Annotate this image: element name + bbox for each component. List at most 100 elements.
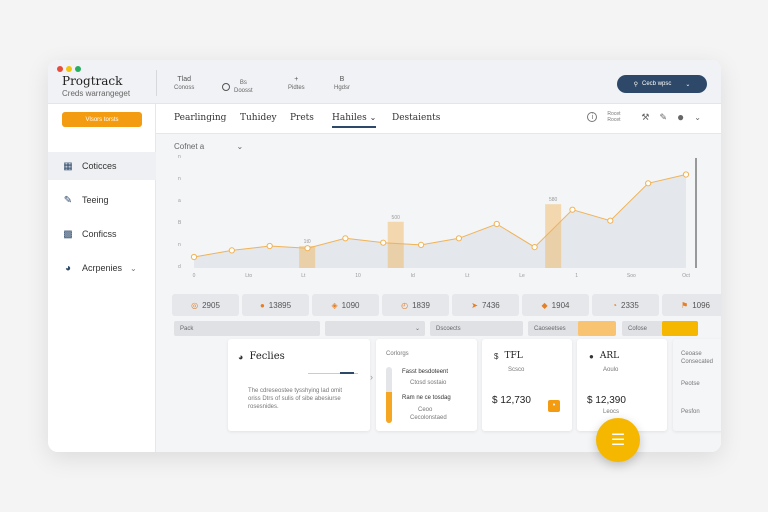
divider: [156, 70, 157, 96]
sidebar-item-acrpenies[interactable]: ◕ Acrpenies ⌄: [48, 254, 156, 282]
filter-pack[interactable]: Pack: [174, 321, 320, 336]
shield-icon: ◈: [331, 300, 338, 310]
search-icon: ⚲: [633, 81, 639, 88]
stat-chip[interactable]: ● 13895: [242, 294, 309, 316]
alert-button[interactable]: Vlsors torsts: [62, 112, 142, 127]
data-point: [531, 244, 538, 251]
progress-card[interactable]: Corlorgs Fasst besdoteent Ctosd sostaio …: [376, 339, 477, 431]
toolbar-item-4[interactable]: B Hgdsr: [334, 76, 350, 92]
chevron-right-icon[interactable]: ›: [370, 372, 373, 382]
x-tick-label: 10: [355, 273, 361, 279]
pencil-icon[interactable]: ✎: [660, 112, 668, 123]
data-point: [266, 242, 273, 250]
data-point: [607, 217, 614, 224]
list-item[interactable]: Consecated: [681, 359, 713, 365]
stat-chip[interactable]: ◈ 1090: [312, 294, 379, 316]
account-select-button[interactable]: ⚲ Cecb wpsc ⌄: [617, 75, 707, 93]
card-title: ARL: [599, 351, 620, 361]
list-item[interactable]: Pesfon: [681, 409, 700, 415]
progress-track: [386, 367, 392, 423]
card-subtitle: Leocs: [603, 409, 620, 415]
data-point: [228, 247, 235, 254]
list-item[interactable]: Ceoase: [681, 351, 702, 357]
tool-icon[interactable]: ⚒: [641, 112, 649, 123]
filter-dropdown[interactable]: ⌄: [325, 321, 425, 336]
calendar-icon: ▦: [63, 160, 73, 172]
toolbar-item-label: Doosst: [234, 88, 253, 94]
stat-chip[interactable]: ◆ 1904: [522, 294, 589, 316]
data-point: [569, 206, 576, 213]
tab-pearlinging[interactable]: Pearlinging: [174, 113, 226, 123]
stat-chip[interactable]: ◎ 2905: [172, 294, 239, 316]
user-icon[interactable]: ●: [677, 110, 684, 124]
main-content: Cofnet a ⌄ d n Ba n n 1t0 500 580 0 Lto Lt 10 Id Lt Le…: [156, 134, 721, 452]
maximize-dot[interactable]: [75, 66, 81, 72]
info-icon[interactable]: i: [587, 112, 598, 122]
arl-card[interactable]: ● ARL Aoulo $ 12,390 Leocs: [577, 339, 667, 431]
tfl-card[interactable]: $ TFL Scsco $ 12,730 •: [482, 339, 572, 431]
tab-hahiles[interactable]: Hahiles ⌄: [332, 113, 377, 128]
x-tick-label: Oct: [682, 273, 690, 279]
sidebar-item-coticces[interactable]: ▦ Coticces: [48, 152, 156, 180]
tab-label: Hahiles: [332, 113, 367, 123]
list-card[interactable]: Ceoase Consecated Peotse Pesfon: [673, 339, 721, 431]
y-tick-label: n: [178, 176, 181, 182]
list-item[interactable]: Peotse: [681, 381, 700, 387]
minimize-dot[interactable]: [66, 66, 72, 72]
app-window: Progtrack Creds warrangeget Tlad Conoss …: [48, 60, 721, 452]
toolbar-item-3[interactable]: + Pidtes: [288, 76, 305, 92]
y-tick-label: n: [178, 242, 181, 248]
stat-value: 2905: [202, 300, 220, 310]
bar-label: 1t0: [304, 239, 311, 245]
sidebar-item-conficss[interactable]: ▩ Conficss: [48, 220, 156, 248]
filter-dscoects[interactable]: Dscoects: [430, 321, 523, 336]
x-tick-label: Lt: [465, 273, 470, 279]
stat-chip[interactable]: ◴ 1839: [382, 294, 449, 316]
x-tick-label: Soo: [627, 273, 636, 279]
top-bar: Progtrack Creds warrangeget Tlad Conoss …: [48, 60, 721, 104]
chart-bar: [545, 204, 562, 268]
card-text: Fasst besdoteent: [402, 369, 449, 375]
bar-label: 500: [392, 215, 401, 221]
stat-chip[interactable]: ⚑ 1096: [662, 294, 721, 316]
list-fab-button[interactable]: ☰: [596, 418, 640, 462]
y-tick-label: B: [178, 220, 182, 226]
arrow-icon: ➤: [471, 300, 478, 310]
coin-icon: ◕: [64, 262, 72, 274]
tab-tuhidey[interactable]: Tuhidey: [240, 113, 277, 123]
card-subtitle: Scsco: [508, 367, 525, 373]
x-tick-label: Id: [411, 273, 415, 279]
pen-icon: ✎: [63, 194, 73, 206]
stat-value: 1096: [692, 300, 710, 310]
filter-highlight-bar: [662, 321, 698, 336]
stat-chip[interactable]: ➤ 7436: [452, 294, 519, 316]
flag-icon: ⚑: [681, 300, 689, 310]
circle-icon: ◎: [191, 300, 199, 310]
tab-prets[interactable]: Prets: [290, 113, 314, 123]
close-dot[interactable]: [57, 66, 63, 72]
sidebar-item-label: Conficss: [82, 229, 117, 239]
tab-destaients[interactable]: Destaients: [392, 113, 440, 123]
x-tick-label: 1: [575, 273, 578, 279]
chevron-down-icon: ⌄: [369, 113, 377, 122]
data-point: [304, 245, 311, 252]
sidebar-item-label: Acrpenies: [82, 263, 123, 273]
stat-value: 2335: [621, 300, 639, 310]
toolbar-item-caption: Bs: [239, 80, 247, 86]
badge-icon[interactable]: •: [548, 400, 560, 412]
facilities-card[interactable]: ◕ Feclies The cdreseostee tysshying lad …: [228, 339, 370, 431]
stat-value: 13895: [268, 300, 292, 310]
toolbar-item-1[interactable]: Tlad Conoss: [174, 76, 194, 92]
x-tick-label: 0: [193, 273, 196, 279]
account-select-label: Cecb wpsc: [642, 81, 672, 87]
sidebar-item-teeing[interactable]: ✎ Teeing: [48, 186, 156, 214]
data-point: [417, 241, 425, 249]
bar-label: 580: [549, 197, 558, 203]
toolbar-item-2[interactable]: Bs Doosst: [222, 79, 253, 95]
y-tick-label: n: [178, 154, 181, 160]
folder-icon: ▩: [63, 228, 73, 240]
y-tick-label: d: [178, 264, 181, 270]
stat-chip[interactable]: ◔ 2335: [592, 294, 659, 316]
x-tick-label: Le: [519, 273, 525, 279]
amount-value: $ 12,390: [587, 395, 626, 406]
